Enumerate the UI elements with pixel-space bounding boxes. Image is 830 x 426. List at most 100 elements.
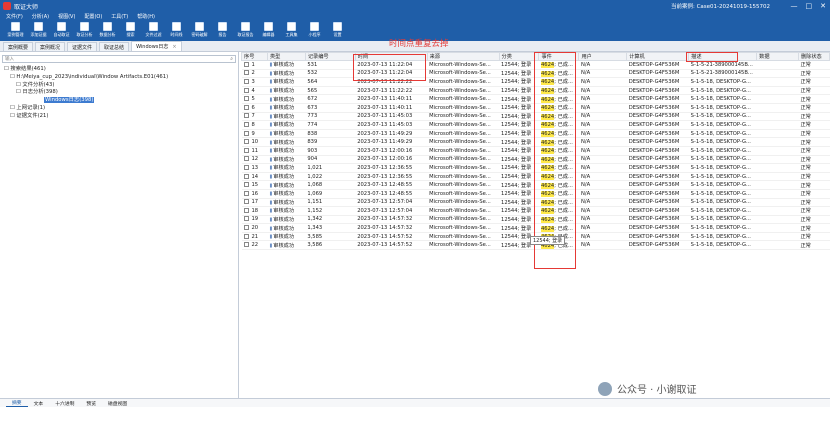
table-row[interactable]: 7 ▮审核成功 773 2023-07-13 11:45:03 Microsoft-Wi… [241, 112, 830, 122]
close-tab-icon[interactable]: × [172, 44, 176, 50]
col-computer[interactable]: 计算机 [626, 52, 690, 61]
row-checkbox[interactable] [243, 139, 249, 145]
row-checkbox[interactable] [243, 147, 249, 153]
tree-node-search-results[interactable]: ☐ 搜索结果(461) [4, 66, 168, 74]
tab-hex[interactable]: 十六进制 [49, 399, 80, 407]
col-user[interactable]: 用户 [578, 52, 628, 61]
tree-node-evidence-files[interactable]: ☐ 证据文件(21) [4, 113, 168, 121]
menu-config[interactable]: 配置(O) [84, 13, 102, 20]
row-checkbox[interactable] [243, 242, 249, 248]
menu-analysis[interactable]: 分析(A) [32, 13, 49, 20]
search-icon[interactable]: ⌕ [230, 56, 233, 62]
col-event[interactable]: 事件 [538, 52, 580, 61]
col-type[interactable]: 类型 [266, 52, 306, 61]
col-time[interactable]: 时间 [354, 52, 428, 61]
table-row[interactable]: 3 ▮审核成功 564 2023-07-13 11:22:22 Microsoft-Wi… [241, 77, 830, 87]
col-description[interactable]: 描述 [688, 52, 758, 61]
maximize-button[interactable]: □ [806, 2, 813, 10]
table-row[interactable]: 15 ▮审核成功 1,068 2023-07-13 12:48:55 Microsoft… [241, 180, 830, 190]
table-row[interactable]: 19 ▮审核成功 1,342 2023-07-13 14:57:32 Microsoft… [241, 215, 830, 225]
toolbar-miniapp-button[interactable]: 小程序 [303, 21, 326, 41]
table-row[interactable]: 11 ▮审核成功 903 2023-07-13 12:00:16 Microsoft-W… [241, 146, 830, 156]
row-checkbox[interactable] [243, 96, 249, 102]
col-data[interactable]: 数据 [756, 52, 799, 61]
tab-disk-view[interactable]: 磁盘视图 [102, 399, 133, 407]
row-checkbox[interactable] [243, 207, 249, 213]
toolbar-password-button[interactable]: 密码破解 [188, 21, 211, 41]
table-row[interactable]: 14 ▮审核成功 1,022 2023-07-13 12:36:55 Microsoft… [241, 172, 830, 182]
menu-view[interactable]: 视图(V) [58, 13, 75, 20]
close-button[interactable]: ✕ [820, 2, 826, 10]
table-row[interactable]: 4 ▮审核成功 565 2023-07-13 11:22:22 Microsoft-Wi… [241, 86, 830, 96]
col-category[interactable]: 分类 [498, 52, 540, 61]
toolbar-analysis-button[interactable]: 取证分析 [73, 21, 96, 41]
tab-windows-log[interactable]: Windows日志 × [131, 41, 182, 51]
row-checkbox[interactable] [243, 225, 249, 231]
table-row[interactable]: 9 ▮审核成功 838 2023-07-13 11:49:29 Microsoft-Wi… [241, 129, 830, 139]
row-checkbox[interactable] [243, 87, 249, 93]
cell-desc: S-1-5-18, DESKTOP-G... [688, 240, 757, 251]
row-checkbox[interactable] [243, 156, 249, 162]
col-source[interactable]: 来源 [426, 52, 500, 61]
table-row[interactable]: 5 ▮审核成功 672 2023-07-13 11:40:11 Microsoft-Wi… [241, 94, 830, 104]
row-checkbox[interactable] [243, 61, 249, 67]
toolbar-auto-forensics-button[interactable]: 自动取证 [50, 21, 73, 41]
row-checkbox[interactable] [243, 121, 249, 127]
row-checkbox[interactable] [243, 190, 249, 196]
row-checkbox[interactable] [243, 233, 249, 239]
row-checkbox[interactable] [243, 70, 249, 76]
table-row[interactable]: 6 ▮审核成功 673 2023-07-13 11:40:11 Microsoft-Wi… [241, 103, 830, 113]
tree-node-evidence-image[interactable]: ☐ H:\Meiya_cup_2023\individual\Window Ar… [4, 74, 168, 82]
tab-case-summary[interactable]: 案例概要 [3, 42, 34, 51]
row-checkbox[interactable] [243, 173, 249, 179]
toolbar-editor-button[interactable]: 编辑器 [257, 21, 280, 41]
toolbar-case-manage-button[interactable]: 案例管理 [4, 21, 27, 41]
col-delete-status[interactable]: 删除状态 [797, 52, 830, 61]
row-checkbox[interactable] [243, 113, 249, 119]
tree-node-web-history[interactable]: ☐ 上网记录(1) [4, 105, 168, 113]
row-checkbox[interactable] [243, 104, 249, 110]
row-checkbox[interactable] [243, 199, 249, 205]
row-checkbox[interactable] [243, 216, 249, 222]
cell-time: 2023-07-13 14:57:52 [355, 240, 428, 251]
table-row[interactable]: 1 ▮审核成功 531 2023-07-13 11:22:04 Microsoft-Wi… [241, 60, 830, 70]
table-row[interactable]: 13 ▮审核成功 1,021 2023-07-13 12:36:55 Microsoft… [241, 163, 830, 173]
toolbar-data-analysis-button[interactable]: 数据分析 [96, 21, 119, 41]
row-checkbox[interactable] [243, 182, 249, 188]
menu-file[interactable]: 文件(F) [6, 13, 23, 20]
toolbar-timeline-button[interactable]: 时间线 [165, 21, 188, 41]
tree-node-windows-log[interactable]: Windows日志(398) [44, 97, 95, 104]
col-index[interactable]: 序号 [241, 52, 268, 61]
tab-forensics-summary[interactable]: 取证总结 [99, 42, 130, 51]
row-checkbox[interactable] [243, 78, 249, 84]
tab-preview[interactable]: 预览 [80, 399, 102, 407]
table-row[interactable]: 8 ▮审核成功 774 2023-07-13 11:45:03 Microsoft-Wi… [241, 120, 830, 130]
tab-summary[interactable]: 摘要 [6, 399, 28, 407]
menu-tools[interactable]: 工具(T) [111, 13, 128, 20]
tree-search-input[interactable]: 输入 ⌕ [2, 55, 236, 63]
menu-help[interactable]: 帮助(H) [137, 13, 155, 20]
row-checkbox[interactable] [243, 130, 249, 136]
cell-desc: S-1-5-18, DESKTOP-G... [688, 146, 757, 156]
toolbar-file-filter-button[interactable]: 文件过滤 [142, 21, 165, 41]
table-row[interactable]: 18 ▮审核成功 1,152 2023-07-13 12:57:04 Microsoft… [241, 206, 830, 216]
table-row[interactable]: 2 ▮审核成功 532 2023-07-13 11:22:04 Microsoft-Wi… [241, 69, 830, 79]
toolbar-toolset-button[interactable]: 工具集 [280, 21, 303, 41]
minimize-button[interactable]: — [791, 2, 798, 10]
tab-case-overview[interactable]: 案例概况 [35, 42, 66, 51]
toolbar-forensics-report-button[interactable]: 取证报告 [234, 21, 257, 41]
cell-cat: 12544; 登录 [499, 77, 539, 87]
row-checkbox[interactable] [243, 164, 249, 170]
toolbar-settings-button[interactable]: 设置 [326, 21, 349, 41]
table-row[interactable]: 12 ▮审核成功 904 2023-07-13 12:00:16 Microsoft-W… [241, 155, 830, 165]
tab-text[interactable]: 文本 [28, 399, 50, 407]
table-row[interactable]: 10 ▮审核成功 839 2023-07-13 11:49:29 Microsoft-W… [241, 137, 830, 147]
toolbar-add-evidence-button[interactable]: 添加证据 [27, 21, 50, 41]
toolbar-search-button[interactable]: 搜索 [119, 21, 142, 41]
table-row[interactable]: 20 ▮审核成功 1,343 2023-07-13 14:57:32 Microsoft… [241, 223, 830, 233]
table-row[interactable]: 16 ▮审核成功 1,069 2023-07-13 12:48:55 Microsoft… [241, 189, 830, 199]
toolbar-report-button[interactable]: 报告 [211, 21, 234, 41]
col-record-id[interactable]: 记录编号 [304, 52, 356, 61]
tab-evidence-files[interactable]: 证据文件 [67, 42, 98, 51]
table-row[interactable]: 17 ▮审核成功 1,151 2023-07-13 12:57:04 Microsoft… [241, 198, 830, 208]
